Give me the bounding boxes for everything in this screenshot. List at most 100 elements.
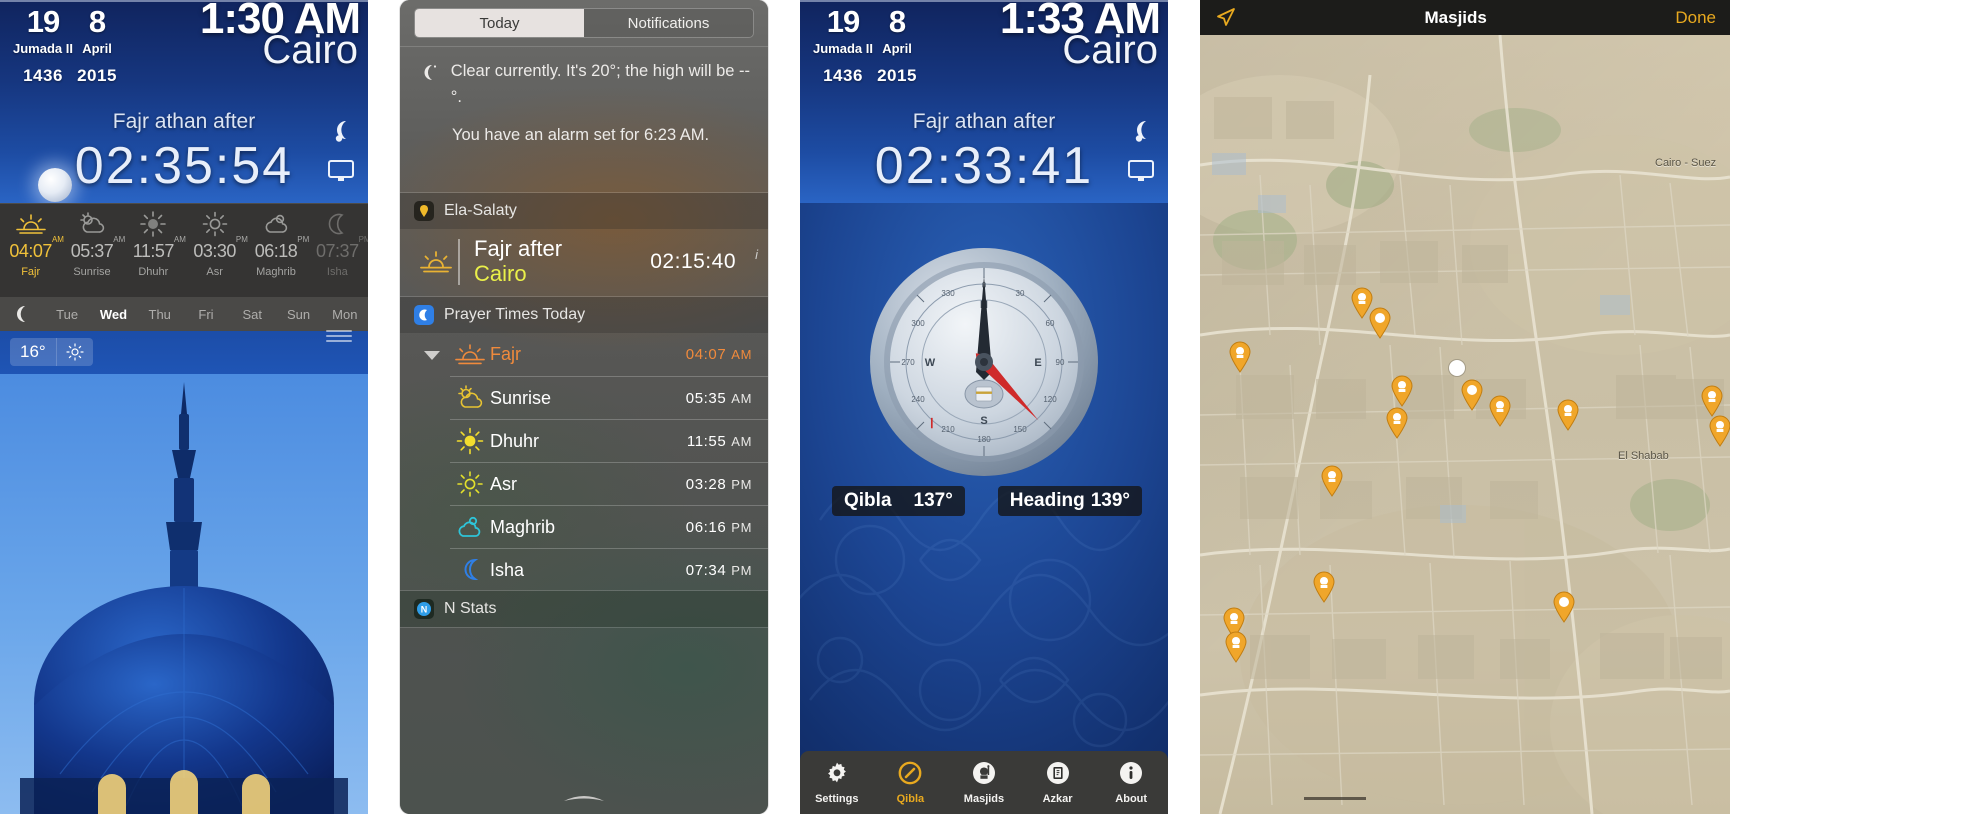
prayer-row-name-asr: Asr <box>490 473 517 494</box>
prayer-cell-sunrise[interactable]: 05:37 AM Sunrise <box>61 204 125 297</box>
location-arrow-icon[interactable] <box>1200 7 1236 29</box>
tab-today[interactable]: Today <box>415 9 584 37</box>
gregorian-date-block: 8 April 2015 <box>860 6 934 86</box>
athan-countdown-label: Fajr athan after <box>112 110 256 133</box>
tab-azkar[interactable]: Azkar <box>1021 751 1095 814</box>
map-navigation-bar: Masjids Done <box>1200 0 1730 35</box>
map-pin-masjid[interactable] <box>1708 415 1730 447</box>
widget-header-n-stats[interactable]: N N Stats <box>400 591 768 627</box>
gregorian-year: 2015 <box>877 66 917 85</box>
prayer-row-ampm-maghrib: PM <box>731 519 752 535</box>
map-label-el-shabab: El Shabab <box>1618 450 1669 462</box>
sunrise-icon <box>414 250 458 274</box>
prayer-row-name-fajr: Fajr <box>490 344 521 364</box>
satellite-map[interactable]: Cairo - Suez El Shabab <box>1200 35 1730 814</box>
map-pin-masjid[interactable] <box>1224 631 1248 663</box>
athan-countdown-label: Fajr athan after <box>912 110 1056 133</box>
drag-grip-handle[interactable] <box>326 330 352 342</box>
prayer-name-maghrib: Maghrib <box>256 266 296 278</box>
today-weather-text: Clear currently. It's 20°; the high will… <box>450 62 751 106</box>
svg-text:330: 330 <box>941 289 955 298</box>
sun-small-icon <box>55 338 93 366</box>
qibla-label: Qibla <box>844 490 892 511</box>
weekday-sun[interactable]: Sun <box>275 307 321 322</box>
tab-masjids[interactable]: Masjids <box>947 751 1021 814</box>
map-pin-masjid[interactable] <box>1700 385 1724 417</box>
panel-masjids-map: Masjids Done Cairo - Suez El Shabab <box>1200 0 1730 814</box>
panel-gap-2 <box>768 0 800 814</box>
prayer-row-fajr[interactable]: Fajr 04:07 AM <box>400 333 768 376</box>
gear-icon <box>825 761 849 788</box>
sun-rays-icon <box>200 209 230 239</box>
svg-text:60: 60 <box>1046 319 1055 328</box>
prayer-cell-asr[interactable]: 03:30 PM Asr <box>184 204 248 297</box>
cloud-sun-icon <box>259 209 293 239</box>
mosque-photo <box>0 374 368 814</box>
crescent-moon-icon[interactable] <box>330 118 352 142</box>
fajr-after-widget[interactable]: Fajr after Cairo 02:15:40 i <box>400 229 768 295</box>
map-pin-masjid[interactable] <box>1228 341 1252 373</box>
qibla-compass-dial[interactable]: 03060 90120150 180210240 270300330 NESW <box>868 246 1100 478</box>
done-button[interactable]: Done <box>1675 8 1730 28</box>
tab-about[interactable]: About <box>1094 751 1168 814</box>
monitor-icon[interactable] <box>328 160 354 182</box>
weekday-wed[interactable]: Wed <box>90 307 136 322</box>
tab-qibla[interactable]: Qibla <box>874 751 948 814</box>
prayer-row-name-dhuhr: Dhuhr <box>490 430 540 451</box>
map-pin-masjid[interactable] <box>1552 591 1576 623</box>
svg-text:270: 270 <box>901 358 915 367</box>
prayer-times-list: Fajr 04:07 AM Sunrise 05:35 AM Dhuhr 11:… <box>400 333 768 591</box>
prayer-cell-isha[interactable]: 07:37 PM Isha <box>307 204 368 297</box>
tab-settings[interactable]: Settings <box>800 751 874 814</box>
widget-header-ela-salaty[interactable]: Ela-Salaty <box>400 193 768 229</box>
widget-header-prayer-times[interactable]: Prayer Times Today <box>400 297 768 333</box>
tab-notifications[interactable]: Notifications <box>584 9 753 37</box>
map-pin-masjid[interactable] <box>1556 399 1580 431</box>
prayer-row-asr[interactable]: Asr 03:28 PM <box>450 462 768 505</box>
widget-title-prayer-times: Prayer Times Today <box>444 306 586 323</box>
weekday-mon[interactable]: Mon <box>322 307 368 322</box>
map-scale-bar <box>1304 797 1366 800</box>
monitor-icon[interactable] <box>1128 160 1154 182</box>
prayer-row-maghrib[interactable]: Maghrib 06:16 PM <box>450 505 768 548</box>
weekday-tue[interactable]: Tue <box>44 307 90 322</box>
prayer-row-dhuhr[interactable]: Dhuhr 11:55 AM <box>450 419 768 462</box>
map-pin-masjid[interactable] <box>1320 465 1344 497</box>
info-icon[interactable]: i <box>755 247 758 262</box>
weekday-fri[interactable]: Fri <box>183 307 229 322</box>
map-pin-masjid[interactable] <box>1488 395 1512 427</box>
map-pin-masjid[interactable] <box>1385 407 1409 439</box>
heading-value: 139° <box>1090 490 1130 511</box>
fajr-after-label: Fajr after <box>474 236 563 262</box>
sun-full-icon <box>138 209 168 239</box>
gregorian-month: April <box>82 41 112 56</box>
svg-text:W: W <box>925 357 936 369</box>
map-pin-masjid[interactable] <box>1368 307 1392 339</box>
current-location-dot <box>1449 360 1465 376</box>
prayer-row-sunrise[interactable]: Sunrise 05:35 AM <box>450 376 768 419</box>
prayer-time-asr: 03:30 PM <box>193 235 248 261</box>
map-pin-masjid[interactable] <box>1390 375 1414 407</box>
crescent-moon-icon[interactable] <box>1130 118 1152 142</box>
prayer-row-isha[interactable]: Isha 07:34 PM <box>450 548 768 591</box>
weekday-selector: Tue Wed Thu Fri Sat Sun Mon <box>0 297 368 331</box>
weekday-thu[interactable]: Thu <box>137 307 183 322</box>
today-alarm-text: You have an alarm set for 6:23 AM. <box>452 126 710 145</box>
chevron-down-icon[interactable] <box>414 348 450 362</box>
map-pin-masjid[interactable] <box>1460 379 1484 411</box>
tab-label-qibla: Qibla <box>896 792 925 805</box>
prayer-cell-dhuhr[interactable]: 11:57 AM Dhuhr <box>123 204 186 297</box>
svg-text:90: 90 <box>1056 358 1065 367</box>
gregorian-date-block: 8 April 2015 <box>60 6 134 86</box>
notification-center-grabber[interactable] <box>400 791 768 804</box>
map-imagery <box>1200 35 1730 814</box>
prayer-name-asr: Asr <box>206 266 223 278</box>
weather-chip[interactable]: 16° <box>10 338 93 366</box>
prayer-cell-fajr[interactable]: 04:07 AM Fajr <box>0 204 64 297</box>
prayer-row-ampm-isha: PM <box>731 562 752 578</box>
weekday-sat[interactable]: Sat <box>229 307 275 322</box>
prayer-cell-maghrib[interactable]: 06:18 PM Maghrib <box>245 204 309 297</box>
sun-rays-icon <box>450 470 490 498</box>
qibla-icon <box>898 761 922 788</box>
map-pin-masjid[interactable] <box>1312 571 1336 603</box>
